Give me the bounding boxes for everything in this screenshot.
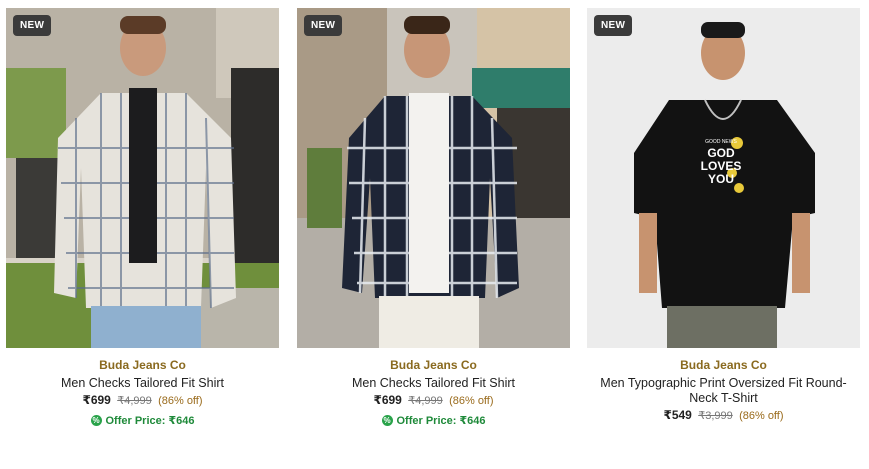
product-grid: NEW Buda Jeans Co Men Checks Tailored Fi… <box>0 0 869 469</box>
product-info: Buda Jeans Co Men Checks Tailored Fit Sh… <box>6 348 279 427</box>
new-badge: NEW <box>13 15 52 36</box>
product-info: Buda Jeans Co Men Typographic Print Over… <box>587 348 860 424</box>
product-image[interactable]: NEW <box>297 8 570 348</box>
discount-tag-icon: % <box>381 415 393 426</box>
product-title[interactable]: Men Checks Tailored Fit Shirt <box>297 376 570 391</box>
product-price-row: ₹699 ₹4,999 (86% off) <box>297 392 570 409</box>
product-photo <box>297 8 570 348</box>
tshirt-print-line2: GOD <box>707 146 735 160</box>
product-photo <box>6 8 279 348</box>
product-mrp: ₹4,999 <box>117 395 152 407</box>
new-badge: NEW <box>594 15 633 36</box>
product-price: ₹699 <box>82 393 111 407</box>
product-card[interactable]: NEW Buda Jeans Co Men Checks Tailored Fi… <box>297 8 570 427</box>
product-mrp: ₹4,999 <box>408 395 443 407</box>
product-title[interactable]: Men Typographic Print Oversized Fit Roun… <box>587 376 860 406</box>
offer-price-row: % Offer Price: ₹646 <box>297 414 570 427</box>
offer-price: Offer Price: ₹646 <box>396 415 486 427</box>
product-discount: (86% off) <box>739 410 784 422</box>
offer-price-row: % Offer Price: ₹646 <box>6 414 279 427</box>
product-price-row: ₹549 ₹3,999 (86% off) <box>587 407 860 424</box>
product-photo: GOOD NEWS GOD LOVES YOU <box>587 8 860 348</box>
product-price: ₹549 <box>663 408 692 422</box>
tshirt-print-line1: GOOD NEWS <box>705 139 737 145</box>
product-brand[interactable]: Buda Jeans Co <box>587 357 860 373</box>
product-image[interactable]: GOOD NEWS GOD LOVES YOU NEW <box>587 8 860 348</box>
offer-price: Offer Price: ₹646 <box>105 415 195 427</box>
product-card[interactable]: NEW Buda Jeans Co Men Checks Tailored Fi… <box>6 8 279 427</box>
product-discount: (86% off) <box>158 395 203 407</box>
product-title[interactable]: Men Checks Tailored Fit Shirt <box>6 376 279 391</box>
tshirt-print-line3: LOVES <box>701 159 742 173</box>
product-mrp: ₹3,999 <box>698 410 733 422</box>
product-price: ₹699 <box>373 393 402 407</box>
new-badge: NEW <box>304 15 343 36</box>
product-card[interactable]: GOOD NEWS GOD LOVES YOU NEW Buda Jeans C… <box>587 8 860 424</box>
product-image[interactable]: NEW <box>6 8 279 348</box>
discount-tag-icon: % <box>90 415 102 426</box>
product-brand[interactable]: Buda Jeans Co <box>6 357 279 373</box>
product-brand[interactable]: Buda Jeans Co <box>297 357 570 373</box>
product-price-row: ₹699 ₹4,999 (86% off) <box>6 392 279 409</box>
product-discount: (86% off) <box>449 395 494 407</box>
tshirt-print-line4: YOU <box>708 172 734 186</box>
product-info: Buda Jeans Co Men Checks Tailored Fit Sh… <box>297 348 570 427</box>
